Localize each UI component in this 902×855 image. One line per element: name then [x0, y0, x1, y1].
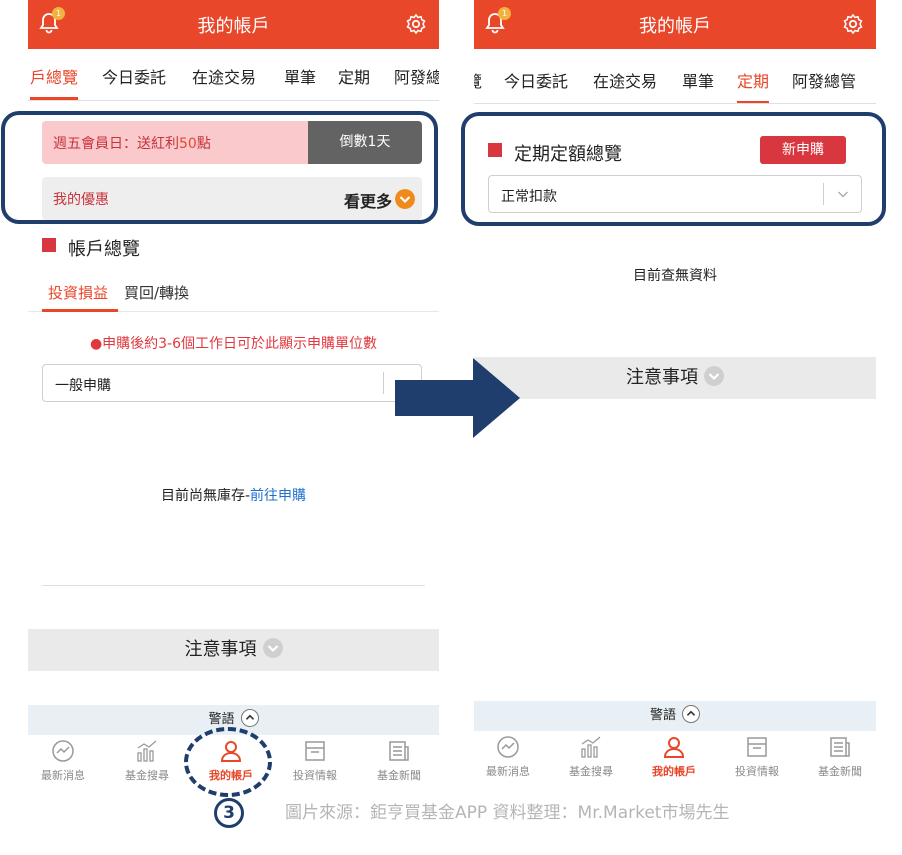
empty-inventory-message: 目前尚無庫存-前往申購	[160, 488, 307, 504]
nav-my-account[interactable]: 我的帳戶	[633, 731, 715, 786]
purchase-type-select[interactable]: 一般申購	[42, 364, 422, 402]
notes-section[interactable]: 注意事項	[474, 357, 876, 399]
nav-investment-info[interactable]: 投資情報	[274, 735, 356, 790]
header-bar: 1 我的帳戶	[474, 0, 876, 49]
tab-single[interactable]: 單筆	[682, 62, 714, 102]
tab-afa-manager[interactable]: 阿發總管	[792, 62, 856, 102]
notice-text: ●申購後約3-6個工作日可於此顯示申購單位數	[89, 336, 378, 352]
inbox-icon	[747, 737, 767, 757]
subtab-underline	[42, 309, 118, 312]
subtab-investment-pnl[interactable]: 投資損益	[48, 282, 108, 303]
no-data-message: 目前查無資料	[633, 268, 717, 284]
tab-afa[interactable]: 阿發總	[394, 58, 439, 98]
step-number-badge: 3	[214, 798, 244, 828]
highlight-frame	[461, 112, 886, 226]
gear-icon[interactable]	[842, 13, 864, 35]
highlight-frame	[1, 111, 438, 224]
tab-in-transit[interactable]: 在途交易	[192, 58, 256, 98]
bottom-nav: 最新消息 基金搜尋 我的帳戶 投資情報 基金新聞	[474, 731, 876, 786]
dashed-highlight-ring	[184, 727, 272, 797]
nav-latest-news[interactable]: 最新消息	[28, 735, 104, 790]
page-title: 我的帳戶	[639, 16, 711, 37]
tab-regular[interactable]: 定期	[338, 58, 370, 98]
tab-regular[interactable]: 定期	[737, 62, 770, 104]
tab-bar: 覽 今日委託 在途交易 單筆 定期 阿發總管	[474, 62, 876, 104]
gear-icon[interactable]	[405, 13, 427, 35]
divider	[42, 585, 425, 586]
section-marker	[42, 238, 56, 252]
tab-today-orders[interactable]: 今日委託	[102, 58, 166, 98]
inbox-icon	[305, 741, 325, 761]
tab-overview[interactable]: 戶總覽	[30, 58, 79, 100]
newspaper-icon	[830, 737, 850, 757]
right-arrow-icon	[395, 358, 520, 438]
image-credit: 圖片來源：鉅亨買基金APP 資料整理：Mr.Market市場先生	[285, 803, 730, 823]
tab-bar: 戶總覽 今日委託 在途交易 單筆 定期 阿發總	[28, 58, 439, 100]
chevron-down-icon	[262, 638, 283, 658]
nav-fund-search[interactable]: 基金搜尋	[106, 735, 188, 790]
user-icon	[663, 737, 685, 758]
tabs-divider	[28, 100, 439, 101]
bar-chart-icon	[581, 736, 601, 758]
nav-fund-news[interactable]: 基金新聞	[358, 735, 439, 790]
tab-single[interactable]: 單筆	[284, 58, 316, 98]
chevron-up-icon[interactable]	[682, 704, 700, 723]
warning-bar[interactable]: 警語	[474, 701, 876, 731]
chart-bubble-icon	[52, 740, 74, 762]
nav-latest-news[interactable]: 最新消息	[474, 731, 549, 786]
chevron-down-icon	[704, 366, 724, 386]
nav-fund-news[interactable]: 基金新聞	[799, 731, 876, 786]
tab-today-orders[interactable]: 今日委託	[504, 62, 568, 102]
newspaper-icon	[389, 741, 409, 761]
chevron-up-icon[interactable]	[240, 708, 259, 727]
tabs-divider	[474, 103, 876, 104]
nav-fund-search[interactable]: 基金搜尋	[550, 731, 632, 786]
tab-overview[interactable]: 覽	[474, 62, 482, 102]
subtab-redeem-switch[interactable]: 買回/轉換	[124, 282, 189, 303]
tab-in-transit[interactable]: 在途交易	[593, 62, 657, 102]
bar-chart-icon	[137, 740, 157, 762]
go-apply-link[interactable]: 前往申購	[250, 488, 306, 504]
nav-investment-info[interactable]: 投資情報	[716, 731, 798, 786]
section-title: 帳戶總覽	[42, 235, 242, 260]
chart-bubble-icon	[497, 736, 519, 758]
page-title: 我的帳戶	[197, 16, 270, 37]
notes-section[interactable]: 注意事項	[28, 629, 439, 671]
header-bar: 1 我的帳戶	[28, 0, 439, 49]
